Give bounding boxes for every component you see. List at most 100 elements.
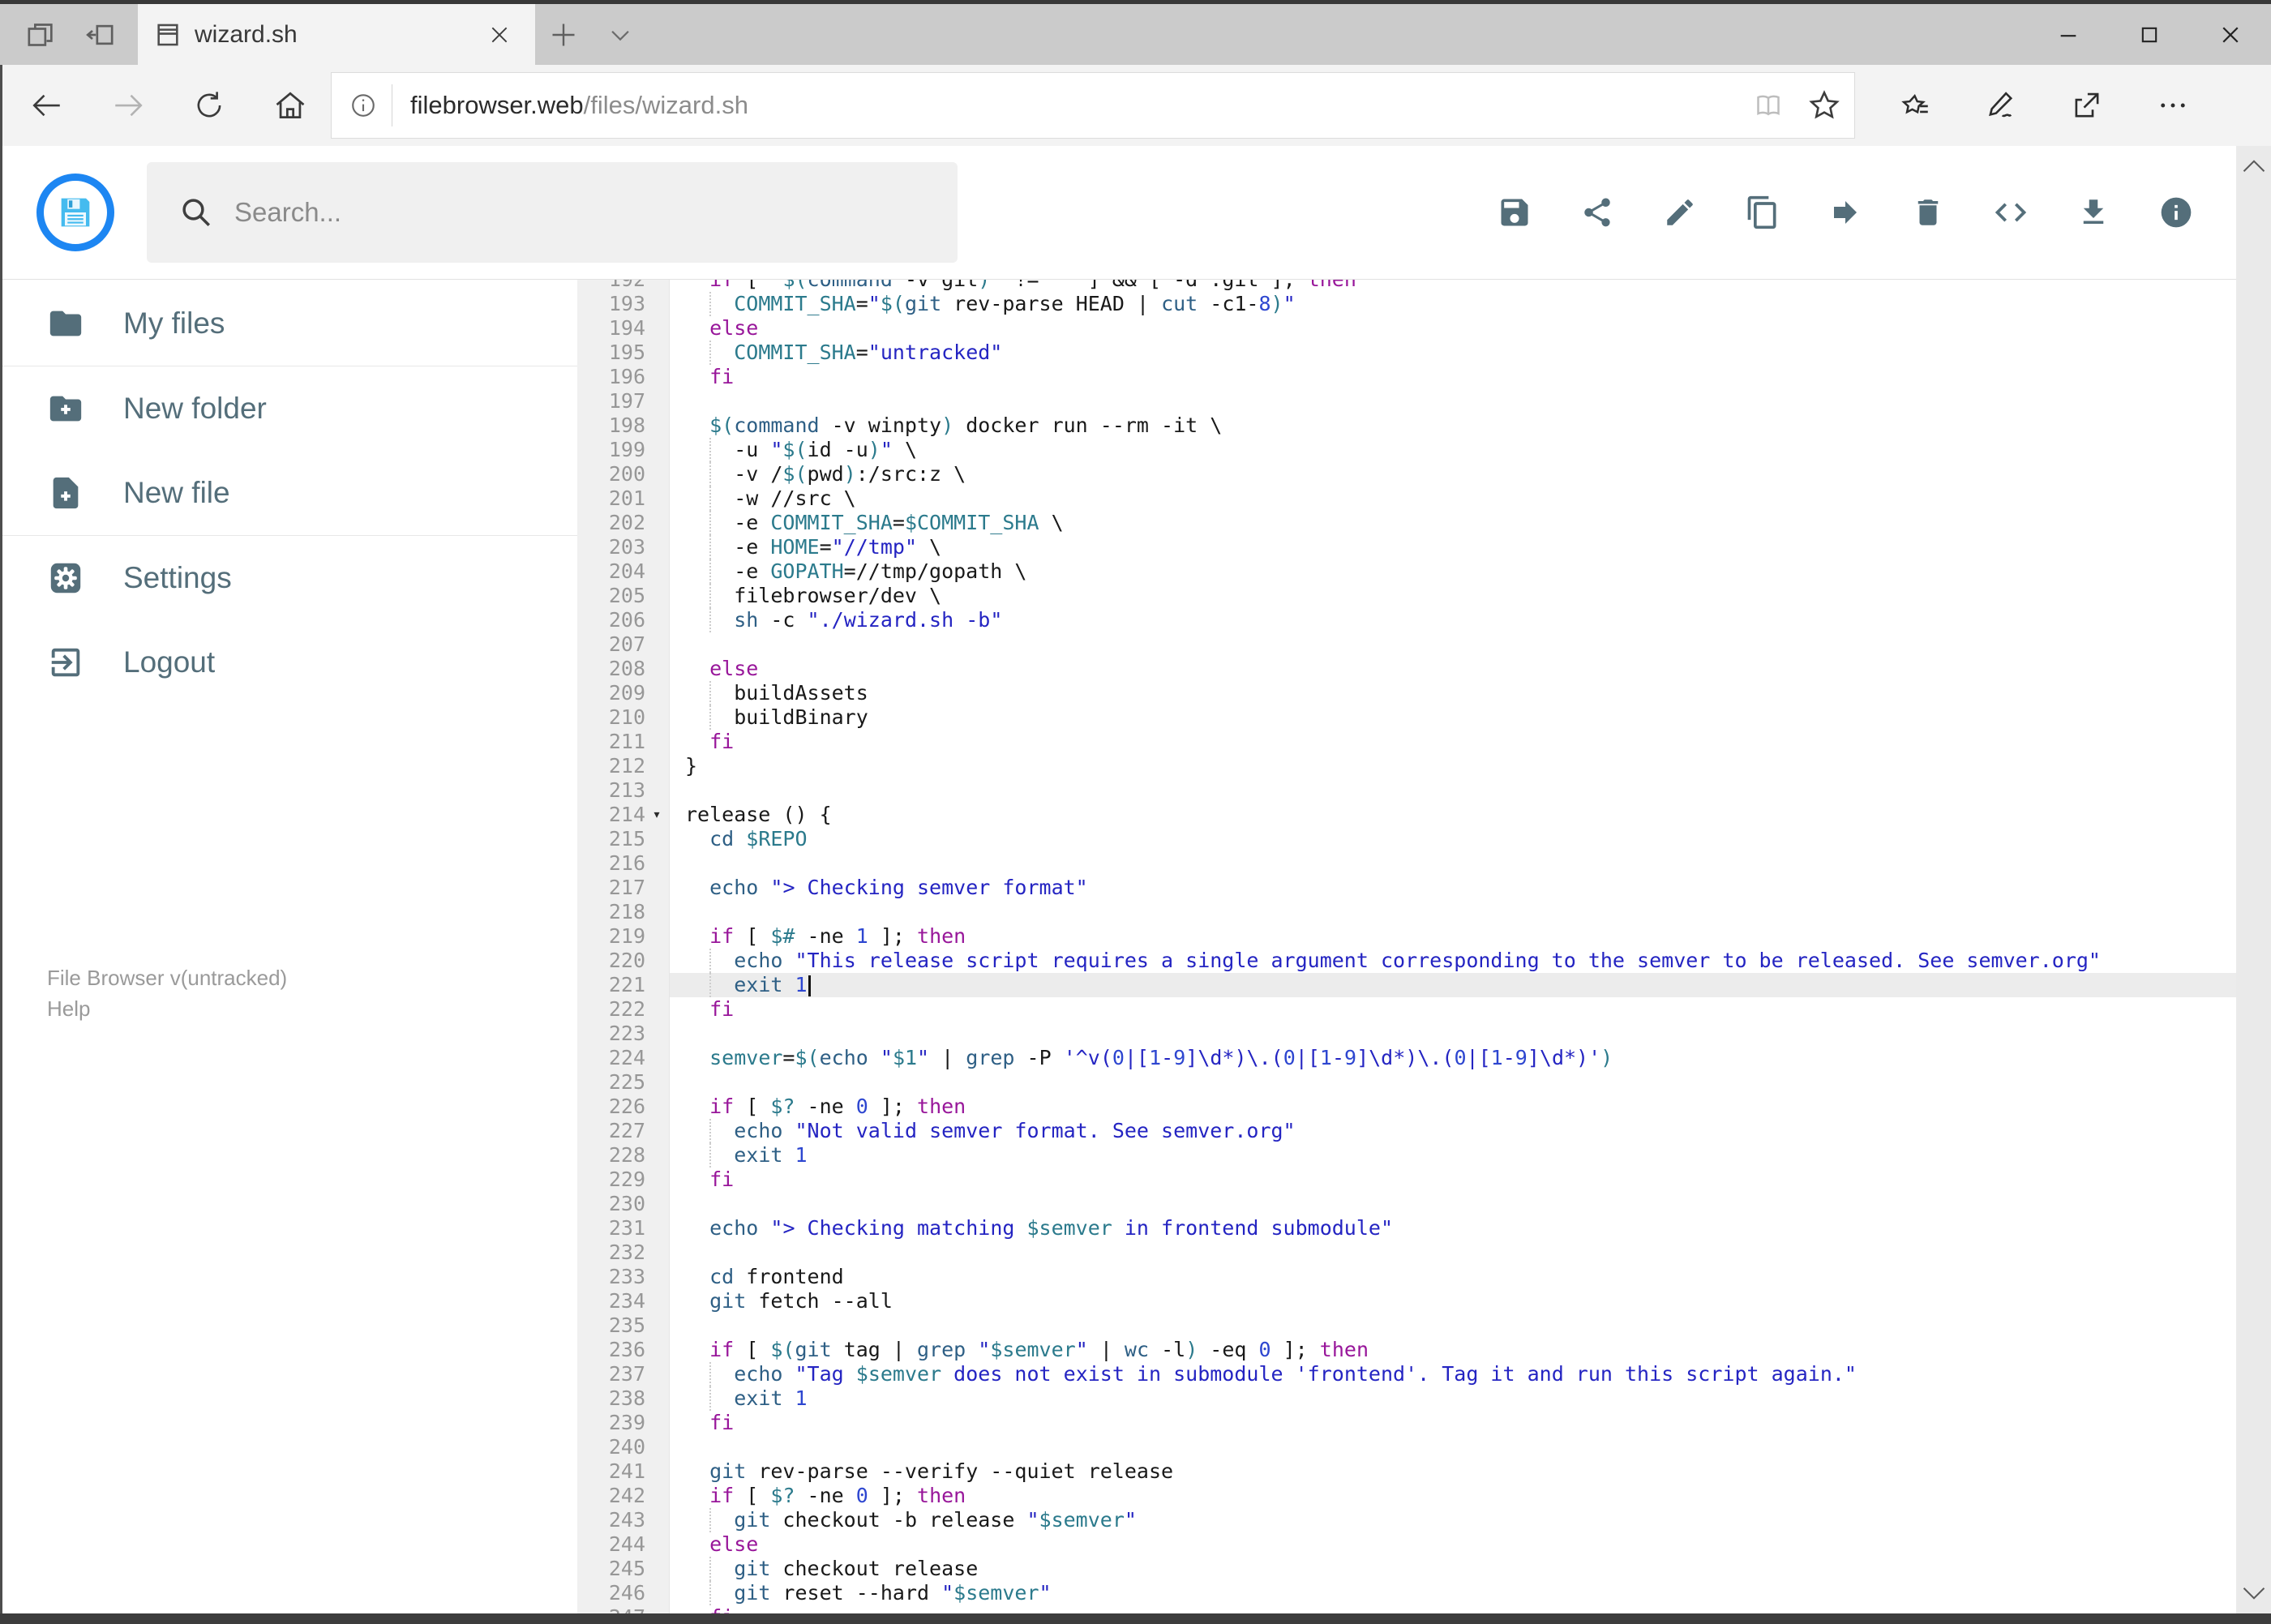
new-tab-button[interactable] [535, 4, 592, 65]
code-line[interactable]: 195 COMMIT_SHA="untracked" [577, 341, 2271, 365]
scroll-down-icon[interactable] [2242, 1586, 2266, 1600]
sidebar-item-new-file[interactable]: New file [0, 451, 577, 535]
code-line[interactable]: 214 ▾ release () { [577, 803, 2271, 827]
code-line[interactable]: 220 echo "This release script requires a… [577, 949, 2271, 973]
code-line[interactable]: 226 if [ $? -ne 0 ]; then [577, 1095, 2271, 1119]
share-page-button[interactable] [2051, 68, 2123, 143]
reading-view-icon[interactable] [1752, 89, 1785, 122]
tab-close-button[interactable] [480, 15, 519, 54]
code-line[interactable]: 215 cd $REPO [577, 827, 2271, 851]
sidebar-item-label: New folder [123, 392, 267, 425]
code-line[interactable]: 227 echo "Not valid semver format. See s… [577, 1119, 2271, 1143]
minimize-button[interactable] [2028, 4, 2109, 65]
favorites-hub-button[interactable] [1879, 68, 1951, 143]
code-line[interactable]: 240 [577, 1435, 2271, 1459]
forward-button[interactable] [88, 68, 169, 143]
code-line[interactable]: 231 echo "> Checking matching $semver in… [577, 1216, 2271, 1240]
code-line[interactable]: 236 if [ $(git tag | grep "$semver" | wc… [577, 1338, 2271, 1362]
code-line[interactable]: 229 fi [577, 1168, 2271, 1192]
code-line[interactable]: 202 -e COMMIT_SHA=$COMMIT_SHA \ [577, 511, 2271, 535]
code-line[interactable]: 205 filebrowser/dev \ [577, 584, 2271, 608]
code-line[interactable]: 192 if [ "$(command -v git)" != "" ] && … [577, 280, 2271, 292]
code-line[interactable]: 216 [577, 851, 2271, 876]
code-line[interactable]: 203 -e HOME="//tmp" \ [577, 535, 2271, 559]
code-view-button[interactable] [1986, 187, 2036, 238]
code-line[interactable]: 238 exit 1 [577, 1386, 2271, 1411]
code-line[interactable]: 197 [577, 389, 2271, 413]
close-button[interactable] [2190, 4, 2271, 65]
edit-button[interactable] [1655, 187, 1705, 238]
search-box[interactable] [147, 162, 958, 263]
code-line[interactable]: 234 git fetch --all [577, 1289, 2271, 1313]
code-line[interactable]: 221 exit 1 [577, 973, 2271, 997]
code-line[interactable]: 210 buildBinary [577, 705, 2271, 730]
code-line[interactable]: 211 fi [577, 730, 2271, 754]
code-line[interactable]: 193 COMMIT_SHA="$(git rev-parse HEAD | c… [577, 292, 2271, 316]
sidebar-item-logout[interactable]: Logout [0, 620, 577, 705]
code-line[interactable]: 237 echo "Tag $semver does not exist in … [577, 1362, 2271, 1386]
maximize-button[interactable] [2109, 4, 2190, 65]
move-button[interactable] [1820, 187, 1870, 238]
sidebar-item-my-files[interactable]: My files [0, 281, 577, 366]
filebrowser-logo[interactable] [36, 174, 114, 251]
code-line[interactable]: 208 else [577, 657, 2271, 681]
info-button[interactable] [2151, 187, 2201, 238]
web-notes-pen-button[interactable] [1965, 68, 2037, 143]
code-line[interactable]: 243 git checkout -b release "$semver" [577, 1508, 2271, 1532]
code-line[interactable]: 241 git rev-parse --verify --quiet relea… [577, 1459, 2271, 1484]
download-button[interactable] [2068, 187, 2119, 238]
code-line[interactable]: 194 else [577, 316, 2271, 341]
code-line[interactable]: 196 fi [577, 365, 2271, 389]
tab-preview-button[interactable] [15, 9, 66, 61]
sidebar-item-settings[interactable]: Settings [0, 536, 577, 620]
address-bar[interactable]: filebrowser.web/files/wizard.sh [331, 72, 1855, 139]
code-line[interactable]: 223 [577, 1022, 2271, 1046]
code-line[interactable]: 232 [577, 1240, 2271, 1265]
code-line[interactable]: 217 echo "> Checking semver format" [577, 876, 2271, 900]
vertical-scrollbar[interactable] [2236, 146, 2271, 1613]
help-link[interactable]: Help [47, 993, 577, 1024]
code-line[interactable]: 228 exit 1 [577, 1143, 2271, 1168]
code-line[interactable]: 213 [577, 778, 2271, 803]
more-options-button[interactable] [2137, 68, 2209, 143]
code-line[interactable]: 230 [577, 1192, 2271, 1216]
code-line[interactable]: 239 fi [577, 1411, 2271, 1435]
code-line[interactable]: 201 -w //src \ [577, 486, 2271, 511]
share-button[interactable] [1572, 187, 1622, 238]
refresh-button[interactable] [169, 68, 250, 143]
code-line[interactable]: 246 git reset --hard "$semver" [577, 1581, 2271, 1605]
scroll-up-icon[interactable] [2242, 159, 2266, 174]
code-editor[interactable]: 192 if [ "$(command -v git)" != "" ] && … [577, 280, 2271, 1624]
code-line[interactable]: 225 [577, 1070, 2271, 1095]
copy-button[interactable] [1738, 187, 1788, 238]
code-line[interactable]: 219 if [ $# -ne 1 ]; then [577, 924, 2271, 949]
code-line[interactable]: 235 [577, 1313, 2271, 1338]
tab-list-dropdown-button[interactable] [592, 4, 649, 65]
fold-marker-icon[interactable]: ▾ [645, 803, 668, 827]
back-button[interactable] [6, 68, 88, 143]
code-line[interactable]: 209 buildAssets [577, 681, 2271, 705]
favorite-star-icon[interactable] [1807, 88, 1841, 122]
code-line[interactable]: 218 [577, 900, 2271, 924]
code-line[interactable]: 244 else [577, 1532, 2271, 1557]
code-line[interactable]: 233 cd frontend [577, 1265, 2271, 1289]
code-line[interactable]: 198 $(command -v winpty) docker run --rm… [577, 413, 2271, 438]
search-input[interactable] [234, 197, 883, 228]
set-aside-tabs-button[interactable] [75, 9, 126, 61]
page-info-icon[interactable] [349, 92, 377, 119]
code-line[interactable]: 206 sh -c "./wizard.sh -b" [577, 608, 2271, 632]
code-line[interactable]: 212} [577, 754, 2271, 778]
save-button[interactable] [1489, 187, 1540, 238]
code-line[interactable]: 222 fi [577, 997, 2271, 1022]
code-line[interactable]: 224 semver=$(echo "$1" | grep -P '^v(0|[… [577, 1046, 2271, 1070]
tab-wizard-sh[interactable]: wizard.sh [138, 4, 535, 65]
sidebar-item-new-folder[interactable]: New folder [0, 366, 577, 451]
code-line[interactable]: 245 git checkout release [577, 1557, 2271, 1581]
code-line[interactable]: 207 [577, 632, 2271, 657]
home-button[interactable] [250, 68, 331, 143]
code-line[interactable]: 200 -v /$(pwd):/src:z \ [577, 462, 2271, 486]
code-line[interactable]: 204 -e GOPATH=//tmp/gopath \ [577, 559, 2271, 584]
code-line[interactable]: 199 -u "$(id -u)" \ [577, 438, 2271, 462]
code-line[interactable]: 242 if [ $? -ne 0 ]; then [577, 1484, 2271, 1508]
delete-button[interactable] [1903, 187, 1953, 238]
